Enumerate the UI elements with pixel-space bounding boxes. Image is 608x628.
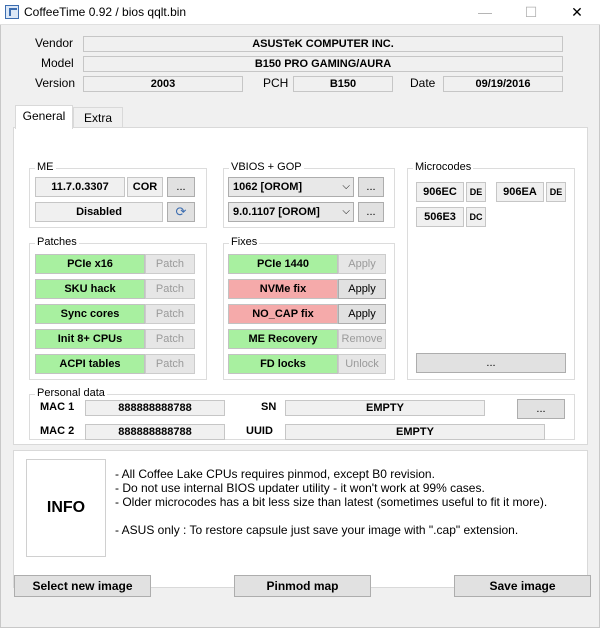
chevron-down-icon: ⌵: [342, 206, 350, 217]
microcode-cpuid: 906EC: [416, 182, 464, 202]
info-label: INFO: [26, 459, 106, 557]
personal-data-title: Personal data: [35, 387, 107, 399]
patch-sync-cores-button[interactable]: Patch: [145, 304, 195, 324]
model-label: Model: [41, 56, 74, 70]
info-line: - ASUS only : To restore capsule just sa…: [115, 523, 519, 537]
mac2-label: MAC 2: [40, 425, 75, 437]
microcode-tag: DE: [546, 182, 566, 202]
gop-select-value: 9.0.1107 [OROM]: [233, 206, 320, 218]
info-line: - Older microcodes has a bit less size t…: [115, 495, 548, 509]
microcode-cpuid: 906EA: [496, 182, 544, 202]
mac1-field: 888888888788: [85, 400, 225, 416]
version-field: 2003: [83, 76, 243, 92]
mac2-field: 888888888788: [85, 424, 225, 440]
me-group-title: ME: [35, 161, 56, 173]
select-new-image-button[interactable]: Select new image: [14, 575, 151, 597]
patch-acpi-tables-button[interactable]: Patch: [145, 354, 195, 374]
date-label: Date: [410, 76, 436, 90]
fix-me-recovery: ME Recovery: [228, 329, 338, 349]
mac1-label: MAC 1: [40, 401, 75, 413]
info-line: - Do not use internal BIOS updater utili…: [115, 481, 485, 495]
model-field: B150 PRO GAMING/AURA: [83, 56, 563, 72]
vendor-field: ASUSTeK COMPUTER INC.: [83, 36, 563, 52]
app-icon: [5, 5, 19, 19]
gop-select[interactable]: 9.0.1107 [OROM] ⌵: [228, 202, 354, 222]
vendor-label: Vendor: [35, 36, 74, 50]
me-version-field: 11.7.0.3307: [35, 177, 125, 197]
vbios-more-button[interactable]: ...: [358, 177, 384, 197]
patch-sync-cores: Sync cores: [35, 304, 145, 324]
microcode-tag: DC: [466, 207, 486, 227]
patch-acpi-tables: ACPI tables: [35, 354, 145, 374]
patch-init-cpus: Init 8+ CPUs: [35, 329, 145, 349]
info-line: - All Coffee Lake CPUs requires pinmod, …: [115, 467, 435, 481]
patch-pcie-x16-button[interactable]: Patch: [145, 254, 195, 274]
patches-group: Patches PCIe x16 Patch SKU hack Patch Sy…: [29, 236, 207, 380]
patch-init-cpus-button[interactable]: Patch: [145, 329, 195, 349]
pch-field: B150: [293, 76, 393, 92]
me-group: ME 11.7.0.3307 COR ... Disabled ⟳: [29, 161, 207, 228]
personal-more-button[interactable]: ...: [517, 399, 565, 419]
vbios-group: VBIOS + GOP 1062 [OROM] ⌵ ... 9.0.1107 […: [223, 161, 395, 228]
vbios-group-title: VBIOS + GOP: [229, 161, 304, 173]
microcodes-group: Microcodes 906EC DE 906EA DE 506E3 DC ..…: [407, 161, 575, 380]
fix-nvme-button[interactable]: Apply: [338, 279, 386, 299]
microcodes-more-button[interactable]: ...: [416, 353, 566, 373]
tab-extra[interactable]: Extra: [73, 107, 123, 129]
minimize-button[interactable]: —: [462, 0, 508, 25]
vbios-select-value: 1062 [OROM]: [233, 181, 303, 193]
vbios-select[interactable]: 1062 [OROM] ⌵: [228, 177, 354, 197]
tab-general[interactable]: General: [15, 105, 73, 129]
main-window: Vendor ASUSTeK COMPUTER INC. Model B150 …: [0, 25, 600, 628]
fixes-group-title: Fixes: [229, 236, 260, 248]
general-tab-panel: ME 11.7.0.3307 COR ... Disabled ⟳ VBIOS …: [13, 127, 588, 445]
maximize-button[interactable]: ☐: [508, 0, 554, 25]
me-state-field: Disabled: [35, 202, 163, 222]
pch-label: PCH: [263, 76, 289, 90]
fixes-group: Fixes PCIe 1440 Apply NVMe fix Apply NO_…: [223, 236, 395, 380]
patch-pcie-x16: PCIe x16: [35, 254, 145, 274]
uuid-field: EMPTY: [285, 424, 545, 440]
me-type-field: COR: [127, 177, 163, 197]
chevron-down-icon: ⌵: [342, 181, 350, 192]
fix-nvme: NVMe fix: [228, 279, 338, 299]
fix-no-cap: NO_CAP fix: [228, 304, 338, 324]
window-title: CoffeeTime 0.92 / bios qqlt.bin: [24, 5, 187, 19]
title-bar: CoffeeTime 0.92 / bios qqlt.bin — ☐ ✕: [0, 0, 600, 25]
close-button[interactable]: ✕: [554, 0, 600, 25]
patch-sku-hack: SKU hack: [35, 279, 145, 299]
save-image-button[interactable]: Save image: [454, 575, 591, 597]
fix-fd-locks-button[interactable]: Unlock: [338, 354, 386, 374]
patch-sku-hack-button[interactable]: Patch: [145, 279, 195, 299]
pinmod-map-button[interactable]: Pinmod map: [234, 575, 371, 597]
patches-group-title: Patches: [35, 236, 79, 248]
uuid-label: UUID: [246, 425, 273, 437]
fix-me-recovery-button[interactable]: Remove: [338, 329, 386, 349]
fix-pcie-1440: PCIe 1440: [228, 254, 338, 274]
personal-data-group: Personal data MAC 1 888888888788 MAC 2 8…: [29, 387, 575, 440]
fix-fd-locks: FD locks: [228, 354, 338, 374]
microcodes-group-title: Microcodes: [413, 161, 474, 173]
microcode-tag: DE: [466, 182, 486, 202]
date-field: 09/19/2016: [443, 76, 563, 92]
me-more-button[interactable]: ...: [167, 177, 195, 197]
version-label: Version: [35, 76, 76, 90]
fix-no-cap-button[interactable]: Apply: [338, 304, 386, 324]
info-panel: INFO - All Coffee Lake CPUs requires pin…: [13, 450, 588, 588]
fix-pcie-1440-button[interactable]: Apply: [338, 254, 386, 274]
refresh-icon[interactable]: ⟳: [167, 202, 195, 222]
sn-label: SN: [261, 401, 277, 413]
sn-field: EMPTY: [285, 400, 485, 416]
gop-more-button[interactable]: ...: [358, 202, 384, 222]
microcode-cpuid: 506E3: [416, 207, 464, 227]
